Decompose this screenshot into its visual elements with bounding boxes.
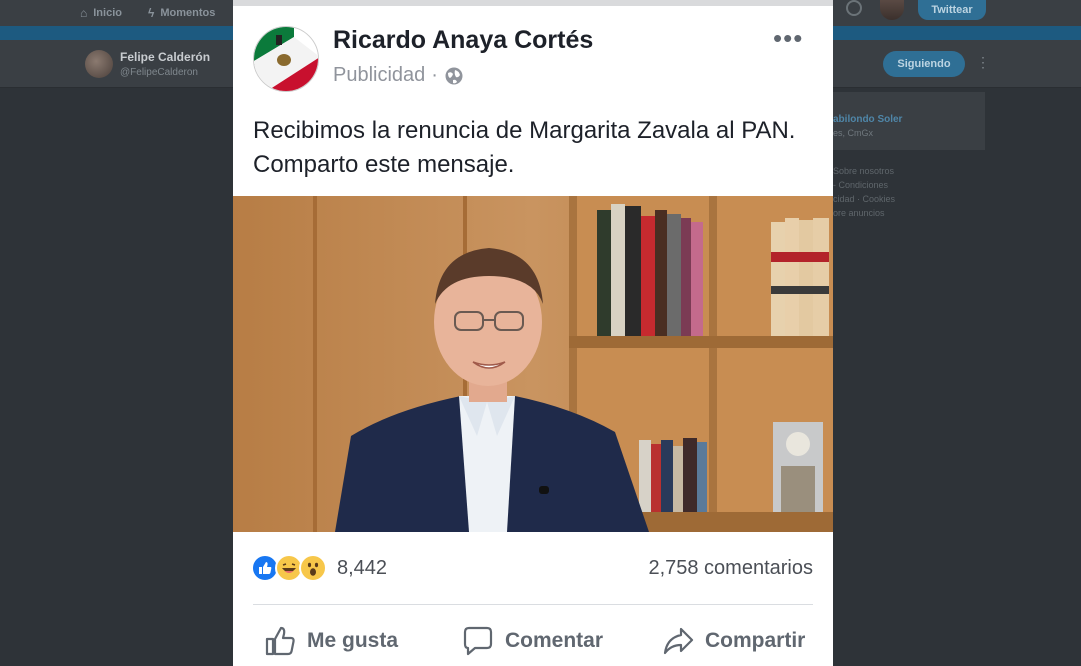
comment-count-link[interactable]: 2,758 comentarios [648,557,813,580]
nav-moments[interactable]: ϟ Momentos [148,4,215,22]
meta-separator: · [431,64,438,86]
profile-handle: @FelipeCalderon [120,67,198,78]
share-button[interactable]: Compartir [661,624,805,658]
comment-label: Comentar [505,629,604,652]
post-video[interactable] [233,196,833,532]
globe-icon [445,67,463,84]
nav-home[interactable]: ⌂ Inicio [80,4,122,22]
more-vertical-icon[interactable]: ⋮ [976,54,990,71]
post-options-button[interactable]: ••• [773,25,803,51]
footer-link[interactable]: ore anuncios [833,206,913,220]
thumbs-up-icon [265,626,295,656]
flag-avatar-image [254,27,318,91]
like-button[interactable]: Me gusta [263,624,398,658]
stats-divider [253,604,813,605]
tweet-button[interactable]: Twittear [918,0,986,20]
comment-bubble-icon [463,626,493,656]
post-text: Recibimos la renuncia de Margarita Zaval… [253,117,796,178]
sponsored-label[interactable]: Publicidad [333,64,425,87]
footer-link[interactable]: - Condiciones [833,178,913,192]
footer-link[interactable]: cidad · Cookies [833,192,913,206]
reaction-summary[interactable]: 8,442 [251,554,387,582]
side-card-sub: es, CmGx [833,128,874,138]
like-label: Me gusta [307,629,399,652]
author-name[interactable]: Ricardo Anaya Cortés [333,26,593,55]
facebook-post-card: Ricardo Anaya Cortés Publicidad · ••• Re… [233,6,833,666]
nav-home-label: Inicio [93,7,122,19]
following-button[interactable]: Siguiendo [883,51,965,77]
share-label: Compartir [705,629,806,652]
share-arrow-icon [663,627,694,655]
footer-links: Sobre nosotros - Condiciones cidad · Coo… [833,164,913,220]
account-avatar[interactable] [880,0,904,20]
post-actions: Me gusta Comentar Compartir [233,618,833,666]
search-icon[interactable] [846,0,862,16]
profile-name[interactable]: Felipe Calderón [120,50,210,64]
profile-avatar[interactable] [85,50,113,78]
home-icon: ⌂ [80,6,88,20]
lightning-icon: ϟ [148,6,155,20]
post-meta: Publicidad · [333,64,464,87]
side-card-name[interactable]: abilondo Soler [833,114,902,125]
reaction-count: 8,442 [337,556,388,579]
author-avatar[interactable] [253,26,319,92]
video-frame-image [233,196,833,532]
nav-moments-label: Momentos [160,7,216,19]
comment-button[interactable]: Comentar [461,624,603,658]
footer-link[interactable]: Sobre nosotros [833,164,913,178]
post-stats: 8,442 2,758 comentarios [233,546,833,590]
wow-reaction-icon [299,554,327,582]
